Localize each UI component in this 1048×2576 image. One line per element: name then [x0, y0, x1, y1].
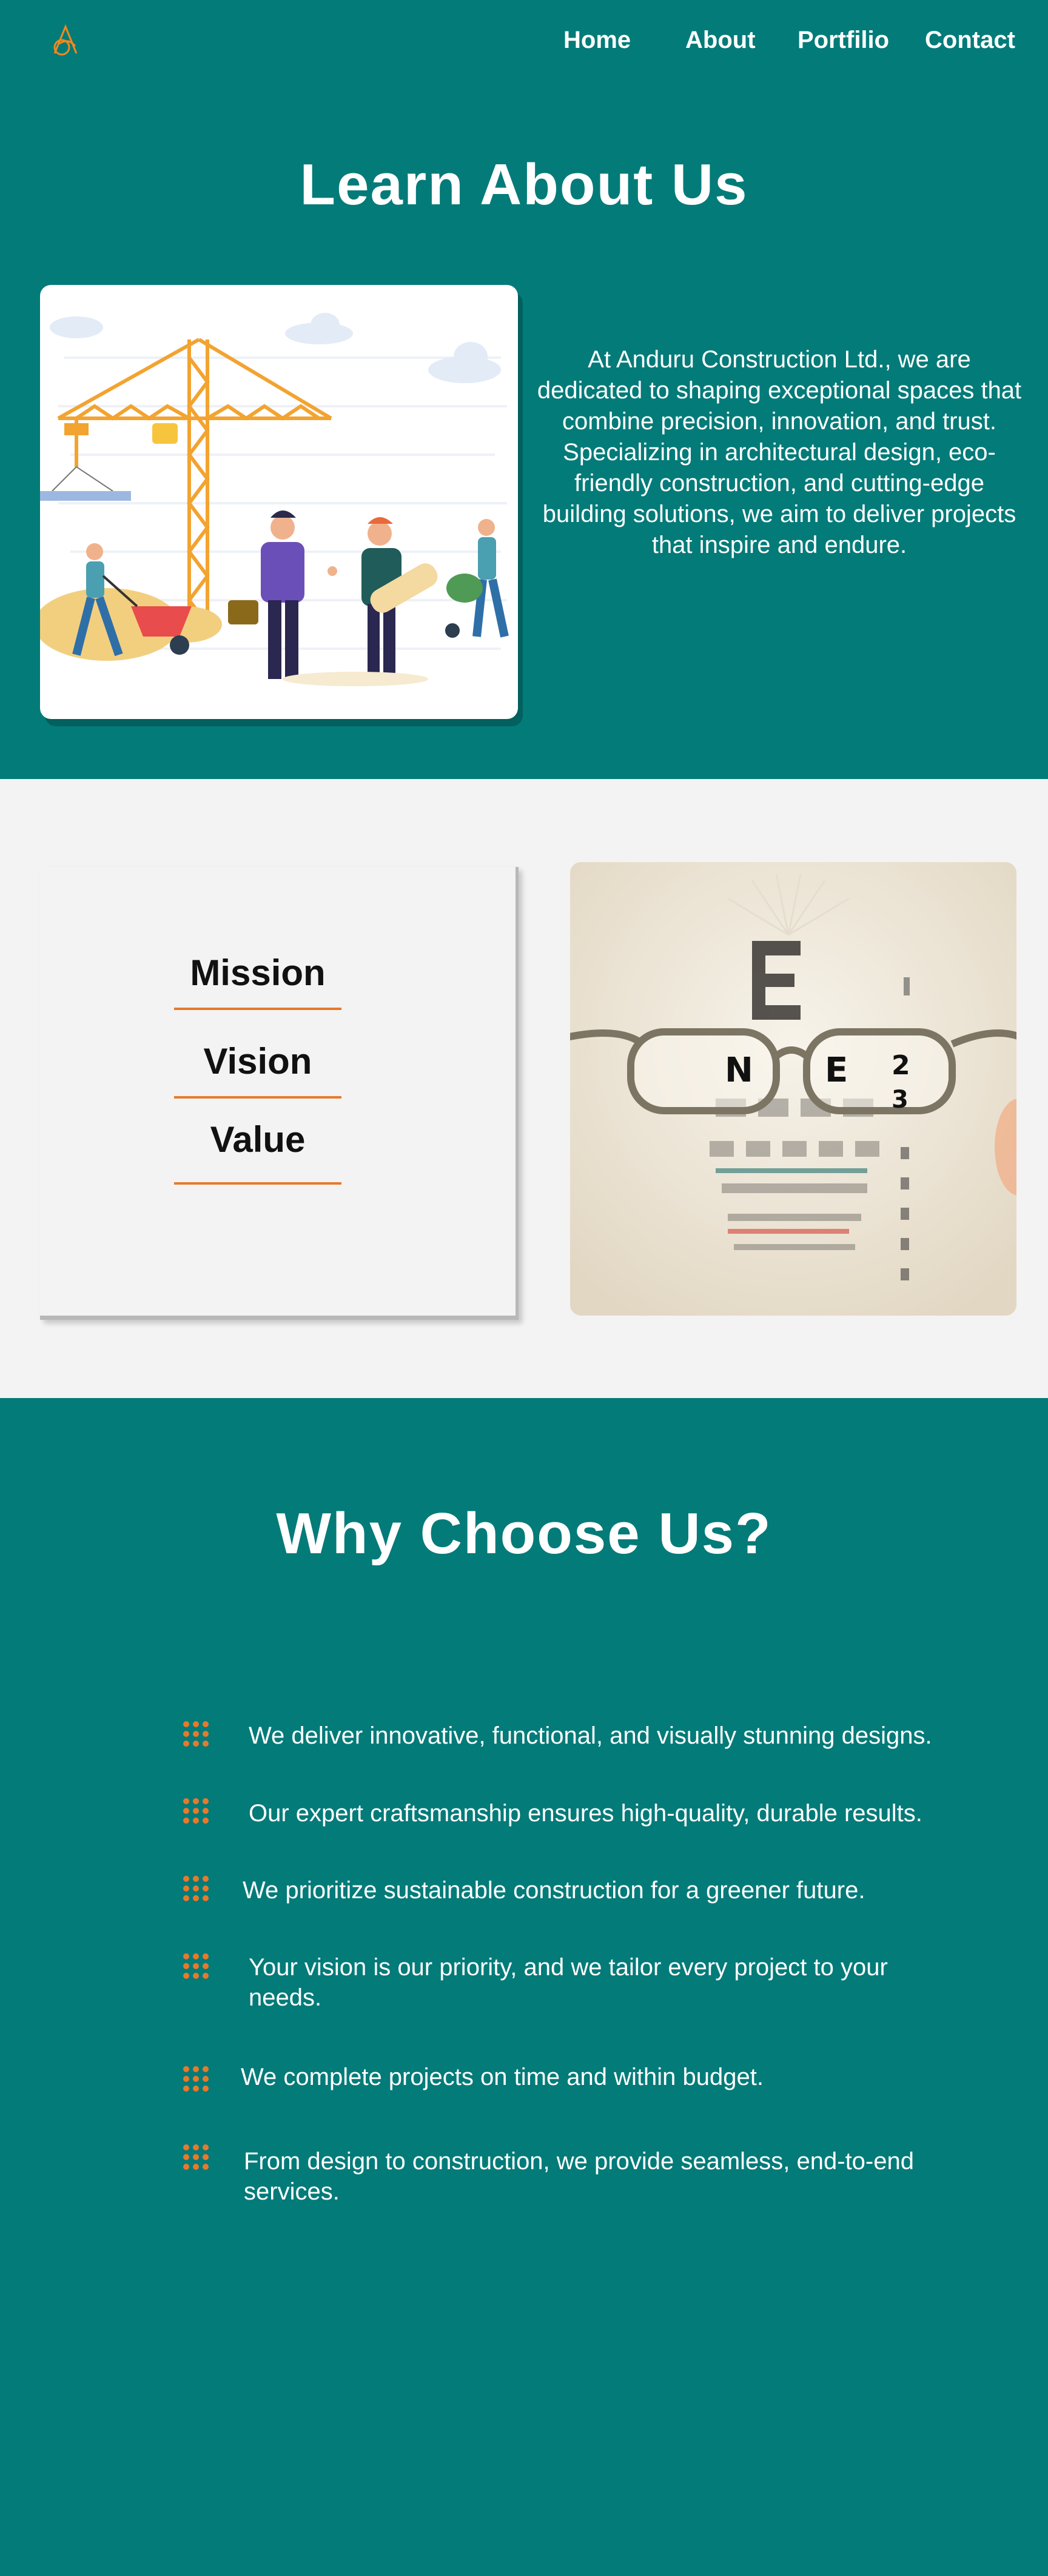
- why-item-text: We deliver innovative, functional, and v…: [249, 1722, 932, 1749]
- nav-home-link[interactable]: Home: [563, 27, 631, 54]
- svg-text:3: 3: [892, 1086, 909, 1114]
- why-item-text: We complete projects on time and within …: [241, 2064, 764, 2090]
- svg-text:N: N: [725, 1051, 753, 1090]
- why-item-text: Your vision is our priority, and we tail…: [249, 1954, 888, 2011]
- nav-about-link[interactable]: About: [685, 27, 756, 54]
- page-title: Learn About Us: [300, 152, 748, 217]
- svg-text:2: 2: [892, 1050, 910, 1081]
- mission-tab[interactable]: Mission: [174, 947, 341, 1010]
- why-item-text: From design to construction, we provide …: [244, 2148, 914, 2205]
- grid-dots-icon: [182, 1720, 210, 1748]
- why-choose-us-title: Why Choose Us?: [276, 1501, 772, 1566]
- why-item-text: We prioritize sustainable construction f…: [243, 1877, 865, 1904]
- grid-dots-icon: [182, 2065, 210, 2093]
- nav-portfolio-link[interactable]: Portfilio: [798, 27, 889, 54]
- grid-dots-icon: [182, 1797, 210, 1825]
- svg-text:E: E: [825, 1051, 848, 1090]
- grid-dots-icon: [182, 1875, 210, 1902]
- grid-dots-icon: [182, 1952, 210, 1980]
- vision-tab[interactable]: Vision: [174, 1035, 341, 1099]
- why-item-text: Our expert craftsmanship ensures high-qu…: [249, 1800, 922, 1827]
- nav-contact-link[interactable]: Contact: [925, 27, 1015, 54]
- value-tab[interactable]: Value: [174, 1118, 341, 1185]
- logo-icon[interactable]: [47, 22, 84, 58]
- grid-dots-icon: [182, 2143, 210, 2171]
- about-description: At Anduru Construction Ltd., we are dedi…: [537, 346, 1022, 558]
- eye-chart-photo: N E 2 3: [570, 862, 1016, 1316]
- construction-illustration: [40, 285, 518, 719]
